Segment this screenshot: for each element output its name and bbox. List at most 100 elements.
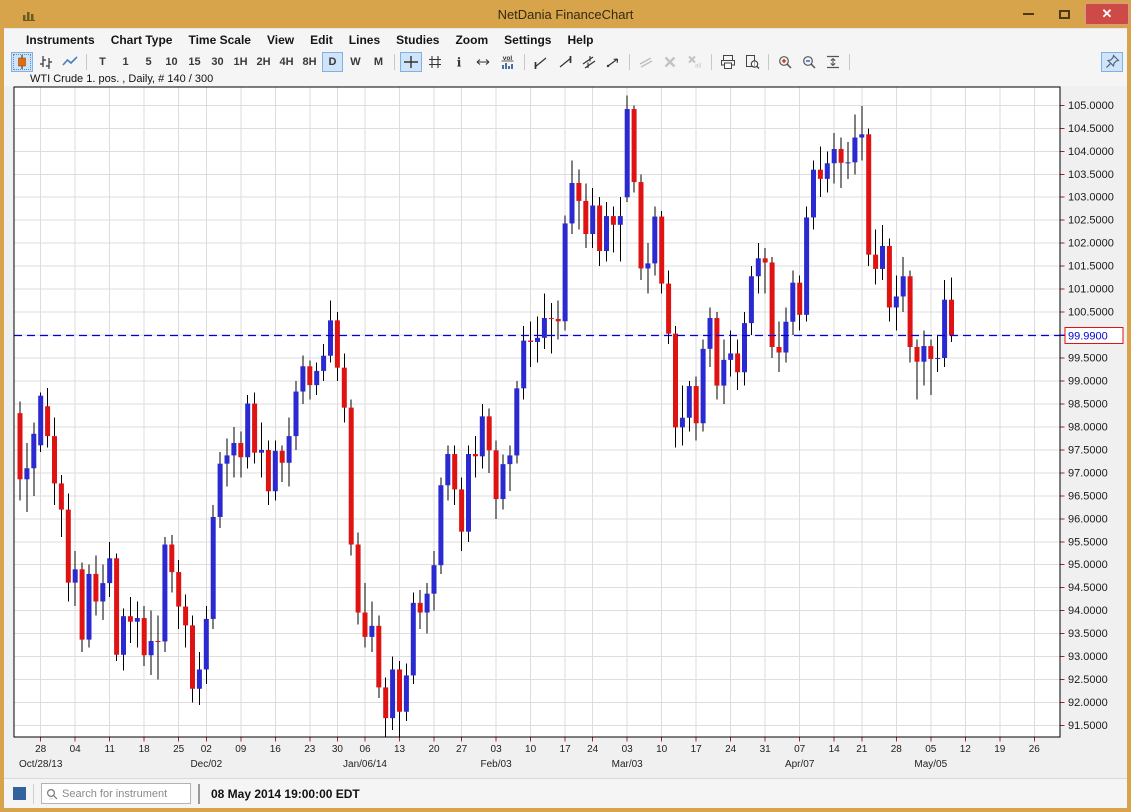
- candlestick-chart-canvas[interactable]: 91.5000 92.0000 92.5000 93.0000 93.5000 94.00…: [4, 86, 1127, 778]
- date-axis-label: 20: [428, 744, 440, 755]
- pin-panel-icon[interactable]: [1101, 52, 1123, 72]
- timeframe-8hour-button[interactable]: 8H: [299, 52, 320, 72]
- instrument-search-box[interactable]: [41, 783, 191, 804]
- price-axis-label: 102.5000: [1068, 215, 1114, 227]
- print-chart-icon[interactable]: [717, 52, 739, 72]
- chart-type-ohlc-bars-icon[interactable]: [35, 52, 57, 72]
- date-axis-label: 26: [1029, 744, 1041, 755]
- timeframe-4hour-button[interactable]: 4H: [276, 52, 297, 72]
- zoom-out-icon[interactable]: [798, 52, 820, 72]
- price-axis-label: 91.5000: [1068, 720, 1108, 732]
- toolbar-separator: [768, 54, 769, 70]
- timeframe-daily-button[interactable]: D: [322, 52, 343, 72]
- timeframe-5min-button[interactable]: 5: [138, 52, 159, 72]
- timeframe-monthly-button[interactable]: M: [368, 52, 389, 72]
- price-axis-label: 93.0000: [1068, 651, 1108, 663]
- zoom-in-icon[interactable]: [774, 52, 796, 72]
- print-preview-icon[interactable]: [741, 52, 763, 72]
- date-axis-label: 17: [691, 744, 703, 755]
- timeframe-10min-button[interactable]: 10: [161, 52, 182, 72]
- price-axis-label: 92.0000: [1068, 697, 1108, 709]
- close-button[interactable]: ✕: [1085, 3, 1129, 25]
- toolbar-separator: [524, 54, 525, 70]
- minimize-button[interactable]: [1013, 3, 1043, 25]
- timeframe-2hour-button[interactable]: 2H: [253, 52, 274, 72]
- price-axis-label: 96.5000: [1068, 491, 1108, 503]
- chart-timestamp: 08 May 2014 19:00:00 EDT: [211, 787, 360, 801]
- price-axis-label: 94.0000: [1068, 606, 1108, 618]
- info-tool-icon[interactable]: i: [448, 52, 470, 72]
- date-axis-label: 17: [560, 744, 572, 755]
- ray-tool-icon[interactable]: [602, 52, 624, 72]
- trendline-tool-2-icon[interactable]: [554, 52, 576, 72]
- maximize-button[interactable]: [1049, 3, 1079, 25]
- menu-zoom[interactable]: Zoom: [447, 30, 496, 50]
- price-axis-label: 98.5000: [1068, 399, 1108, 411]
- price-axis-label: 99.5000: [1068, 353, 1108, 365]
- date-axis-label: 02: [201, 744, 213, 755]
- timeframe-15min-button[interactable]: 15: [184, 52, 205, 72]
- date-axis-label: 24: [725, 744, 737, 755]
- status-bar: 08 May 2014 19:00:00 EDT: [4, 778, 1127, 808]
- date-axis-label: 09: [235, 744, 247, 755]
- channel-tool-icon[interactable]: [578, 52, 600, 72]
- month-axis-label: Feb/03: [481, 759, 513, 770]
- grid-toggle-icon[interactable]: [424, 52, 446, 72]
- menu-edit[interactable]: Edit: [302, 30, 341, 50]
- expand-horizontal-icon[interactable]: [472, 52, 494, 72]
- menu-chart-type[interactable]: Chart Type: [103, 30, 181, 50]
- window-title: NetDania FinanceChart: [0, 7, 1131, 22]
- search-input[interactable]: [62, 788, 182, 800]
- date-axis-label: 23: [304, 744, 316, 755]
- timeframe-1hour-button[interactable]: 1H: [230, 52, 251, 72]
- date-axis-label: 11: [105, 744, 116, 755]
- date-axis-label: 27: [456, 744, 468, 755]
- menu-lines[interactable]: Lines: [341, 30, 388, 50]
- svg-text:i: i: [457, 55, 462, 69]
- menu-instruments[interactable]: Instruments: [18, 30, 103, 50]
- month-axis-label: Mar/03: [612, 759, 644, 770]
- price-axis-label: 99.0000: [1068, 376, 1108, 388]
- menu-time-scale[interactable]: Time Scale: [180, 30, 258, 50]
- menu-help[interactable]: Help: [559, 30, 601, 50]
- menu-settings[interactable]: Settings: [496, 30, 559, 50]
- trendline-tool-1-icon[interactable]: [530, 52, 552, 72]
- toolbar: T151015301H2H4H8HDWMivolall: [4, 51, 1127, 73]
- date-axis-label: 10: [656, 744, 668, 755]
- volume-toggle-icon[interactable]: vol: [496, 52, 519, 72]
- menu-studies[interactable]: Studies: [388, 30, 447, 50]
- chart-type-candlestick-icon[interactable]: [11, 52, 33, 72]
- menu-bar: InstrumentsChart TypeTime ScaleViewEditL…: [4, 29, 1127, 51]
- parallel-line-tool-icon[interactable]: [635, 52, 657, 72]
- price-axis-label: 97.0000: [1068, 468, 1108, 480]
- connection-status-icon: [13, 787, 26, 800]
- price-axis-label: 98.0000: [1068, 422, 1108, 434]
- window-content: InstrumentsChart TypeTime ScaleViewEditL…: [4, 28, 1127, 808]
- price-axis-label: 103.5000: [1068, 169, 1114, 181]
- price-axis-label: 92.5000: [1068, 674, 1108, 686]
- menu-view[interactable]: View: [259, 30, 302, 50]
- crosshair-tool-icon[interactable]: [400, 52, 422, 72]
- title-bar: NetDania FinanceChart ✕: [0, 0, 1131, 28]
- delete-all-lines-icon[interactable]: all: [683, 52, 706, 72]
- price-axis-label: 102.0000: [1068, 238, 1114, 250]
- fit-vertical-icon[interactable]: [822, 52, 844, 72]
- timeframe-30min-button[interactable]: 30: [207, 52, 228, 72]
- divider: [198, 784, 200, 804]
- timeframe-weekly-button[interactable]: W: [345, 52, 366, 72]
- toolbar-separator: [629, 54, 630, 70]
- svg-text:all: all: [695, 63, 701, 69]
- timeframe-tick-button[interactable]: T: [92, 52, 113, 72]
- chart-area: 91.5000 92.0000 92.5000 93.0000 93.5000 94.00…: [4, 86, 1127, 778]
- price-axis-label: 100.5000: [1068, 307, 1114, 319]
- date-axis-label: 06: [359, 744, 371, 755]
- month-axis-label: Oct/28/13: [19, 759, 63, 770]
- delete-line-icon[interactable]: [659, 52, 681, 72]
- price-axis-label: 95.5000: [1068, 537, 1108, 549]
- instrument-label: WTI Crude 1. pos. , Daily, # 140 / 300: [4, 73, 1127, 87]
- price-axis-label: 96.0000: [1068, 514, 1108, 526]
- date-axis-label: 07: [794, 744, 806, 755]
- timeframe-1min-button[interactable]: 1: [115, 52, 136, 72]
- price-axis-label: 93.5000: [1068, 628, 1108, 640]
- chart-type-line-icon[interactable]: [59, 52, 81, 72]
